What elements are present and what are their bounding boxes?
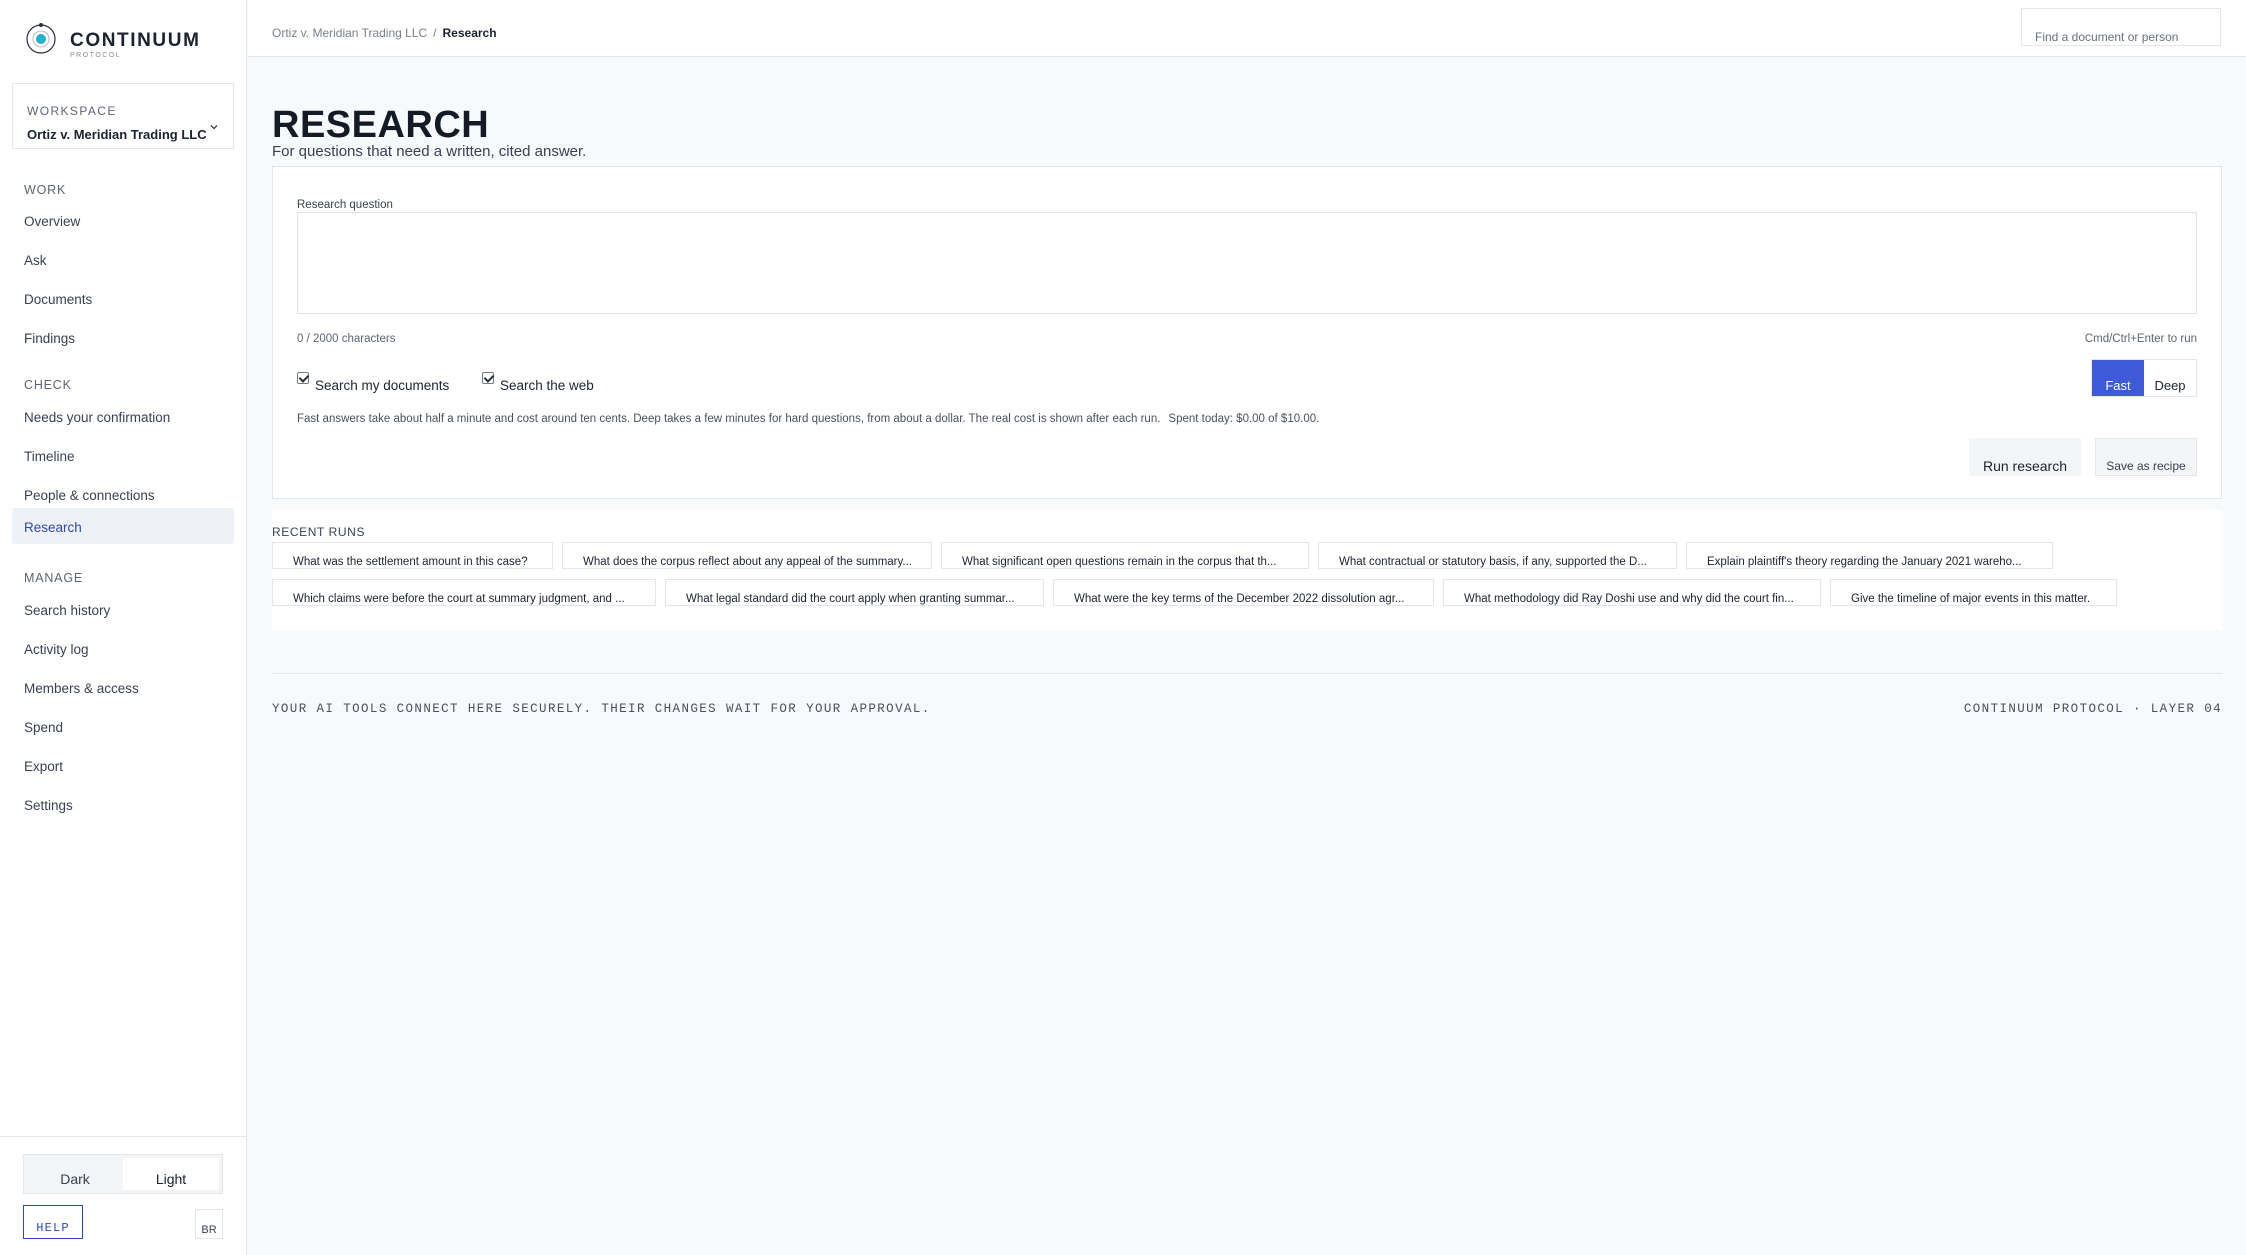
recent-run-chip[interactable]: What was the settlement amount in this c…	[272, 542, 553, 569]
recent-run-chip[interactable]: Which claims were before the court at su…	[272, 579, 656, 606]
search-documents-label: Search my documents	[315, 378, 450, 393]
recent-run-chip[interactable]: What were the key terms of the December …	[1053, 579, 1434, 606]
nav-item-export[interactable]: Export	[12, 747, 234, 783]
nav-item-documents[interactable]: Documents	[12, 280, 234, 316]
nav-item-ask[interactable]: Ask	[12, 241, 234, 277]
checkbox-checked-icon[interactable]	[297, 372, 309, 384]
nav-item-members-access[interactable]: Members & access	[12, 669, 234, 705]
footer-version: CONTINUUM PROTOCOL · LAYER 04	[1963, 702, 2222, 716]
theme-toggle: Dark Light	[23, 1154, 223, 1194]
help-button[interactable]: HELP	[23, 1205, 83, 1239]
continuum-logo-icon	[26, 23, 56, 54]
keyboard-shortcut-hint: Cmd/Ctrl+Enter to run	[2084, 333, 2197, 345]
research-form-card: Research question 0 / 2000 characters Cm…	[272, 166, 2222, 499]
cost-hint: Fast answers take about half a minute an…	[297, 413, 1319, 425]
breadcrumb-current: Research	[442, 26, 497, 40]
brand-name: CONTINUUM	[70, 30, 201, 51]
nav-item-needs-confirmation[interactable]: Needs your confirmation	[12, 398, 234, 434]
page-subtitle: For questions that need a written, cited…	[272, 143, 587, 160]
chevron-down-icon	[210, 125, 218, 130]
mode-fast-option[interactable]: Fast	[2092, 360, 2144, 396]
recent-run-chip[interactable]: What does the corpus reflect about any a…	[562, 542, 932, 569]
recent-run-chip[interactable]: What methodology did Ray Doshi use and w…	[1443, 579, 1821, 606]
sidebar-footer: Dark Light HELP BR	[0, 1136, 247, 1255]
nav-item-timeline[interactable]: Timeline	[12, 437, 234, 473]
search-documents-checkbox[interactable]: Search my documents	[297, 370, 449, 393]
sidebar: CONTINUUM PROTOCOL WORKSPACE Ortiz v. Me…	[0, 0, 247, 1255]
brand-logo[interactable]: CONTINUUM PROTOCOL	[24, 22, 201, 59]
nav-item-research[interactable]: Research	[12, 508, 234, 544]
nav-item-settings[interactable]: Settings	[12, 786, 234, 822]
nav-item-people-connections[interactable]: People & connections	[12, 476, 234, 512]
theme-dark-option[interactable]: Dark	[27, 1158, 123, 1190]
mode-deep-option[interactable]: Deep	[2144, 360, 2196, 396]
recent-run-chip[interactable]: Explain plaintiff's theory regarding the…	[1686, 542, 2053, 569]
breadcrumb: Ortiz v. Meridian Trading LLC / Research	[272, 26, 497, 40]
run-research-button[interactable]: Run research	[1969, 438, 2081, 476]
cost-hint-text: Fast answers take about half a minute an…	[297, 413, 1161, 425]
top-bar: Ortiz v. Meridian Trading LLC / Research	[248, 0, 2246, 57]
research-question-label: Research question	[297, 199, 393, 211]
character-count: 0 / 2000 characters	[297, 333, 396, 345]
nav-section-check: CHECK	[24, 378, 72, 392]
spent-today: Spent today: $0.00 of $10.00.	[1168, 413, 1320, 425]
global-search-input[interactable]	[2021, 8, 2221, 46]
recent-run-chip[interactable]: What significant open questions remain i…	[941, 542, 1309, 569]
search-web-label: Search the web	[500, 378, 594, 393]
footer-divider	[272, 673, 2222, 674]
breadcrumb-separator: /	[433, 26, 437, 40]
save-as-recipe-button[interactable]: Save as recipe	[2095, 438, 2197, 476]
recent-run-chip[interactable]: Give the timeline of major events in thi…	[1830, 579, 2117, 606]
research-question-input[interactable]	[297, 212, 2197, 314]
nav-item-search-history[interactable]: Search history	[12, 591, 234, 627]
nav-item-overview[interactable]: Overview	[12, 202, 234, 238]
workspace-selector[interactable]: WORKSPACE Ortiz v. Meridian Trading LLC	[12, 83, 234, 149]
workspace-label: WORKSPACE	[27, 104, 117, 118]
breadcrumb-parent[interactable]: Ortiz v. Meridian Trading LLC	[272, 26, 427, 40]
research-mode-toggle: Fast Deep	[2091, 359, 2197, 397]
nav-item-findings[interactable]: Findings	[12, 319, 234, 355]
brand-subtitle: PROTOCOL	[70, 52, 122, 59]
footer-security-note: YOUR AI TOOLS CONNECT HERE SECURELY. THE…	[272, 702, 931, 716]
language-button[interactable]: BR	[195, 1209, 223, 1239]
recent-runs: RECENT RUNS What was the settlement amou…	[272, 510, 2222, 630]
nav-item-spend[interactable]: Spend	[12, 708, 234, 744]
theme-light-option[interactable]: Light	[123, 1158, 219, 1190]
nav-section-manage: MANAGE	[24, 571, 83, 585]
recent-run-chip[interactable]: What legal standard did the court apply …	[665, 579, 1044, 606]
workspace-name: Ortiz v. Meridian Trading LLC	[27, 127, 207, 142]
recent-run-chip[interactable]: What contractual or statutory basis, if …	[1318, 542, 1677, 569]
page-title: RESEARCH	[272, 104, 490, 146]
search-web-checkbox[interactable]: Search the web	[482, 370, 594, 393]
checkbox-checked-icon[interactable]	[482, 372, 494, 384]
nav-section-work: WORK	[24, 183, 67, 197]
recent-runs-label: RECENT RUNS	[272, 525, 366, 539]
nav-item-activity-log[interactable]: Activity log	[12, 630, 234, 666]
